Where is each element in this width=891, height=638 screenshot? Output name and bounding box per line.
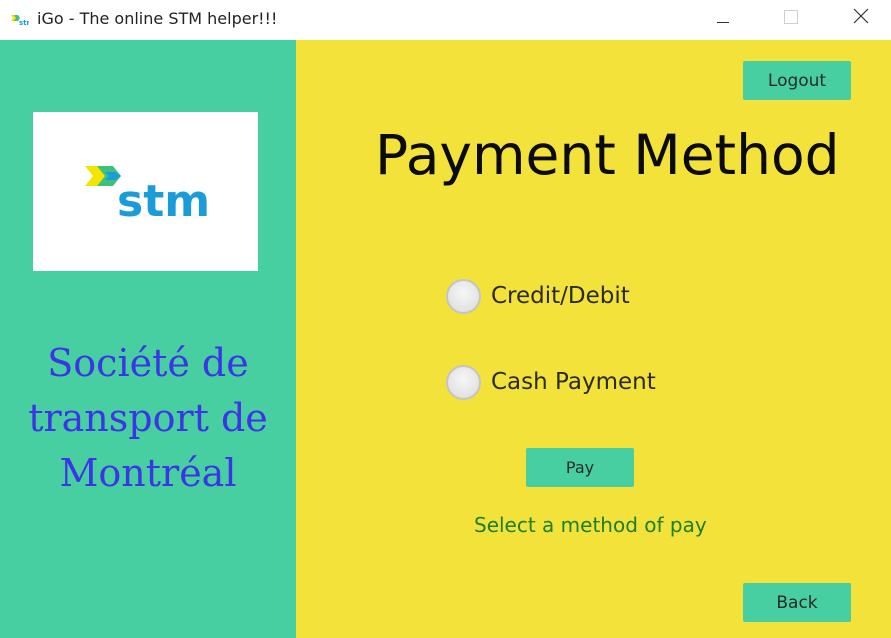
stm-logo-icon: stm	[11, 12, 34, 27]
cash-payment-option[interactable]: Cash Payment	[446, 364, 656, 400]
maximize-icon	[784, 9, 798, 28]
credit-debit-option[interactable]: Credit/Debit	[446, 278, 630, 314]
status-message: Select a method of pay	[474, 513, 707, 537]
org-name-line-1: Société de	[47, 341, 249, 385]
minimize-icon	[717, 9, 729, 28]
stm-logo: stm	[33, 112, 258, 271]
logout-button[interactable]: Logout	[743, 61, 851, 100]
maximize-button[interactable]	[756, 0, 826, 36]
window-title: iGo - The online STM helper!!!	[37, 9, 278, 28]
page-title: Payment Method	[375, 123, 840, 187]
cash-payment-label: Cash Payment	[491, 369, 656, 395]
close-icon	[853, 8, 869, 28]
credit-debit-label: Credit/Debit	[491, 283, 630, 309]
organization-name: Société de transport de Montréal	[0, 336, 296, 501]
title-bar: stm iGo - The online STM helper!!!	[0, 0, 891, 40]
org-name-line-2: transport de	[28, 396, 268, 440]
sidebar: stm Société de transport de Montréal	[0, 40, 296, 638]
logo-text: stm	[117, 176, 210, 220]
main-panel: Logout Payment Method Credit/Debit Cash …	[296, 40, 891, 638]
back-button[interactable]: Back	[743, 583, 851, 622]
stm-logo-graphic: stm	[85, 166, 210, 220]
credit-debit-radio[interactable]	[446, 278, 481, 314]
minimize-button[interactable]	[688, 0, 758, 36]
cash-payment-radio[interactable]	[446, 364, 481, 400]
pay-button[interactable]: Pay	[526, 448, 634, 487]
svg-text:stm: stm	[19, 19, 29, 27]
close-button[interactable]	[826, 0, 891, 36]
org-name-line-3: Montréal	[59, 451, 237, 495]
